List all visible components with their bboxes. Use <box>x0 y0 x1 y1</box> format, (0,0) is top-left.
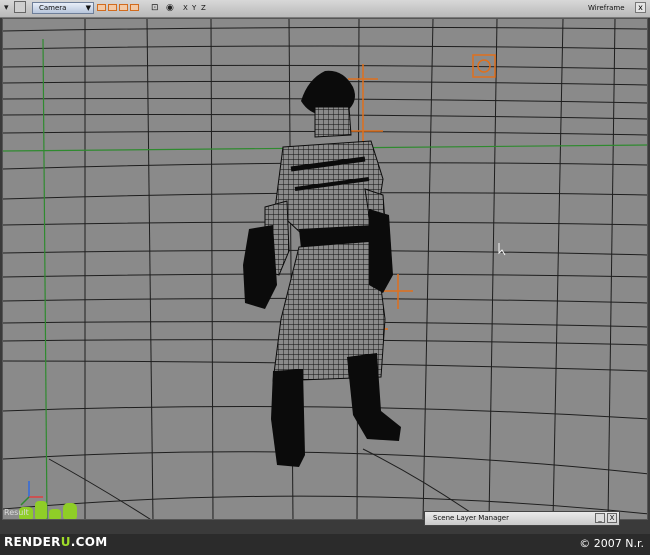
site-logo: RENDERU.COM <box>4 535 107 549</box>
layout-button-4[interactable] <box>130 4 139 11</box>
panel-title: Scene Layer Manager <box>433 514 509 522</box>
application-window: ▾ Camera ▼ ⊡ ◉ X Y Z Wireframe x Result … <box>0 0 650 555</box>
chevron-down-icon: ▼ <box>85 4 91 12</box>
shading-mode-label[interactable]: Wireframe <box>588 2 625 14</box>
logo-text-3: .COM <box>70 535 108 549</box>
viewport-canvas <box>3 19 647 519</box>
axis-z-toggle[interactable]: Z <box>201 2 206 14</box>
copyright-text: © 2007 N.r. <box>579 537 644 550</box>
menu-icon[interactable]: ▾ <box>4 3 9 13</box>
logo-text-1: RENDER <box>4 535 61 549</box>
scene-layer-manager-panel[interactable]: Scene Layer Manager _ X <box>424 511 620 526</box>
layout-button-2[interactable] <box>108 4 117 11</box>
viewport-toolbar: ▾ Camera ▼ ⊡ ◉ X Y Z Wireframe x <box>0 0 650 18</box>
layout-button-1[interactable] <box>97 4 106 11</box>
3d-viewport[interactable] <box>2 18 648 520</box>
axis-x-toggle[interactable]: X <box>183 2 188 14</box>
minimize-icon[interactable]: _ <box>595 513 605 523</box>
viewport-menu-button[interactable] <box>14 1 26 13</box>
layout-button-3[interactable] <box>119 4 128 11</box>
result-label: Result <box>4 508 29 517</box>
close-icon[interactable]: X <box>607 513 617 523</box>
camera-select[interactable]: Camera ▼ <box>32 2 94 14</box>
axis-y-toggle[interactable]: Y <box>192 2 196 14</box>
monitor-icon[interactable]: ⊡ <box>151 3 159 13</box>
eye-icon[interactable]: ◉ <box>166 3 174 13</box>
camera-select-label: Camera <box>39 4 67 12</box>
logo-text-2: U <box>60 535 71 549</box>
close-icon[interactable]: x <box>635 2 646 13</box>
